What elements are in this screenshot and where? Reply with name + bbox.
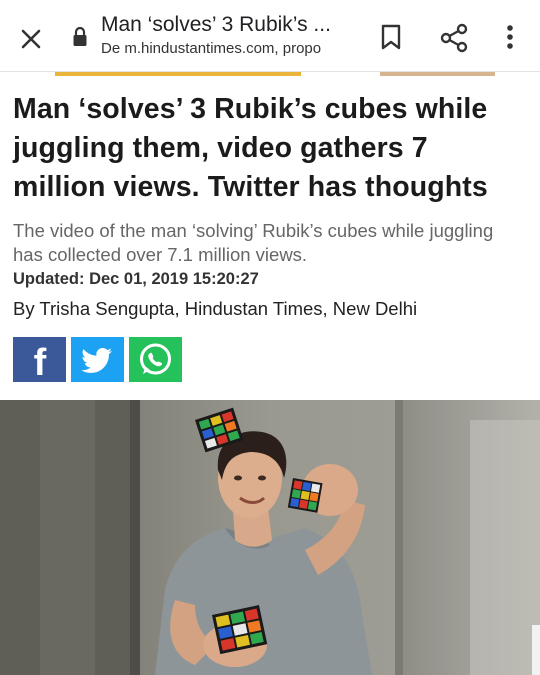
page-title: Man ‘solves’ 3 Rubik’s ... [101,13,331,36]
close-icon[interactable] [14,22,48,56]
facebook-share-button[interactable]: f [13,337,66,384]
facebook-glyph: f [34,342,47,382]
twitter-share-button[interactable] [71,337,124,382]
updated-timestamp: Updated: Dec 01, 2019 15:20:27 [13,270,259,288]
browser-toolbar: Man ‘solves’ 3 Rubik’s ... De m.hindusta… [0,0,540,72]
page-url: De m.hindustantimes.com, propo [101,40,322,57]
lock-icon [72,26,88,48]
article-video-thumbnail[interactable] [0,400,540,675]
more-vert-icon[interactable] [498,22,522,52]
article-byline: By Trisha Sengupta, Hindustan Times, New… [13,298,418,319]
whatsapp-share-button[interactable] [129,337,182,382]
accent-strip-secondary [380,72,495,76]
article-summary: The video of the man ‘solving’ Rubik’s c… [13,220,494,265]
share-icon[interactable] [438,22,470,54]
whatsapp-icon [140,343,171,375]
bookmark-icon[interactable] [378,22,404,52]
page-title-box[interactable]: Man ‘solves’ 3 Rubik’s ... De m.hindusta… [101,12,363,60]
twitter-icon [81,348,112,373]
facebook-icon: f [34,342,47,384]
accent-strip [55,72,301,76]
article-headline: Man ‘solves’ 3 Rubik’s cubes while juggl… [13,93,488,203]
